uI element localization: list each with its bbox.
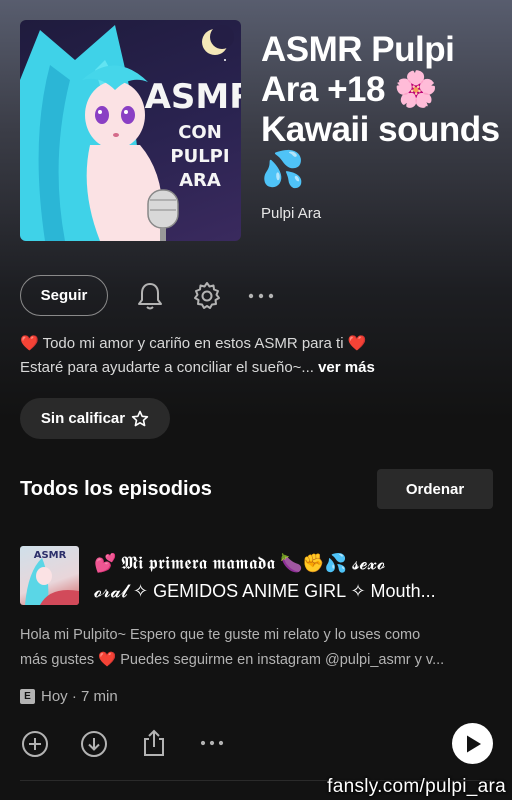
svg-text:ARA: ARA bbox=[179, 170, 221, 191]
podcast-author[interactable]: Pulpi Ara bbox=[261, 205, 321, 222]
play-button[interactable] bbox=[452, 723, 493, 764]
share-icon[interactable] bbox=[140, 727, 168, 759]
episodes-section-title: Todos los episodios bbox=[20, 478, 212, 500]
see-more-link[interactable]: ver más bbox=[318, 359, 375, 376]
gear-icon[interactable] bbox=[191, 280, 223, 312]
episode-thumbnail[interactable]: ASMR bbox=[20, 546, 79, 605]
svg-text:ASMR: ASMR bbox=[145, 77, 241, 117]
svg-text:ASMR: ASMR bbox=[34, 550, 67, 561]
bell-icon[interactable] bbox=[135, 280, 165, 312]
description-line: Estaré para ayudarte a conciliar el sueñ… bbox=[20, 359, 375, 376]
explicit-badge: E bbox=[20, 689, 35, 704]
description-line: ❤️ Todo mi amor y cariño en estos ASMR p… bbox=[20, 335, 367, 352]
follow-button[interactable]: Seguir bbox=[20, 275, 108, 316]
svg-text:PULPI: PULPI bbox=[170, 146, 229, 167]
star-outline-icon bbox=[131, 410, 149, 426]
watermark: fansly.com/pulpi_ara bbox=[327, 776, 506, 797]
episode-date-duration: Hoy · 7 min bbox=[41, 688, 118, 705]
podcast-title: ASMR Pulpi Ara +18 🌸 Kawaii sounds 💦 bbox=[261, 30, 500, 189]
rate-button[interactable]: Sin calificar bbox=[20, 398, 170, 439]
episode-title[interactable]: 💕 𝕸𝖎 𝖕𝖗𝖎𝖒𝖊𝖗𝖆 𝖒𝖆𝖒𝖆𝖉𝖆 🍆✊💦 𝓼𝓮𝔁𝓸 𝓸𝓻𝓪𝓵 ✧ GEMI… bbox=[94, 549, 494, 605]
play-icon bbox=[466, 735, 481, 752]
more-horizontal-icon[interactable] bbox=[248, 284, 274, 308]
episode-meta: E Hoy · 7 min bbox=[20, 688, 118, 705]
download-circle-icon[interactable] bbox=[79, 729, 109, 759]
podcast-cover: ASMR CON PULPI ARA bbox=[20, 20, 241, 241]
sort-button[interactable]: Ordenar bbox=[377, 469, 493, 509]
svg-text:CON: CON bbox=[178, 122, 222, 143]
more-horizontal-icon[interactable] bbox=[200, 733, 224, 753]
cover-illustration: ASMR CON PULPI ARA bbox=[20, 25, 241, 241]
add-circle-icon[interactable] bbox=[20, 729, 50, 759]
rate-label: Sin calificar bbox=[40, 410, 126, 427]
podcast-description: ❤️ Todo mi amor y cariño en estos ASMR p… bbox=[20, 332, 500, 380]
episode-description: Hola mi Pulpito~ Espero que te guste mi … bbox=[20, 627, 445, 668]
